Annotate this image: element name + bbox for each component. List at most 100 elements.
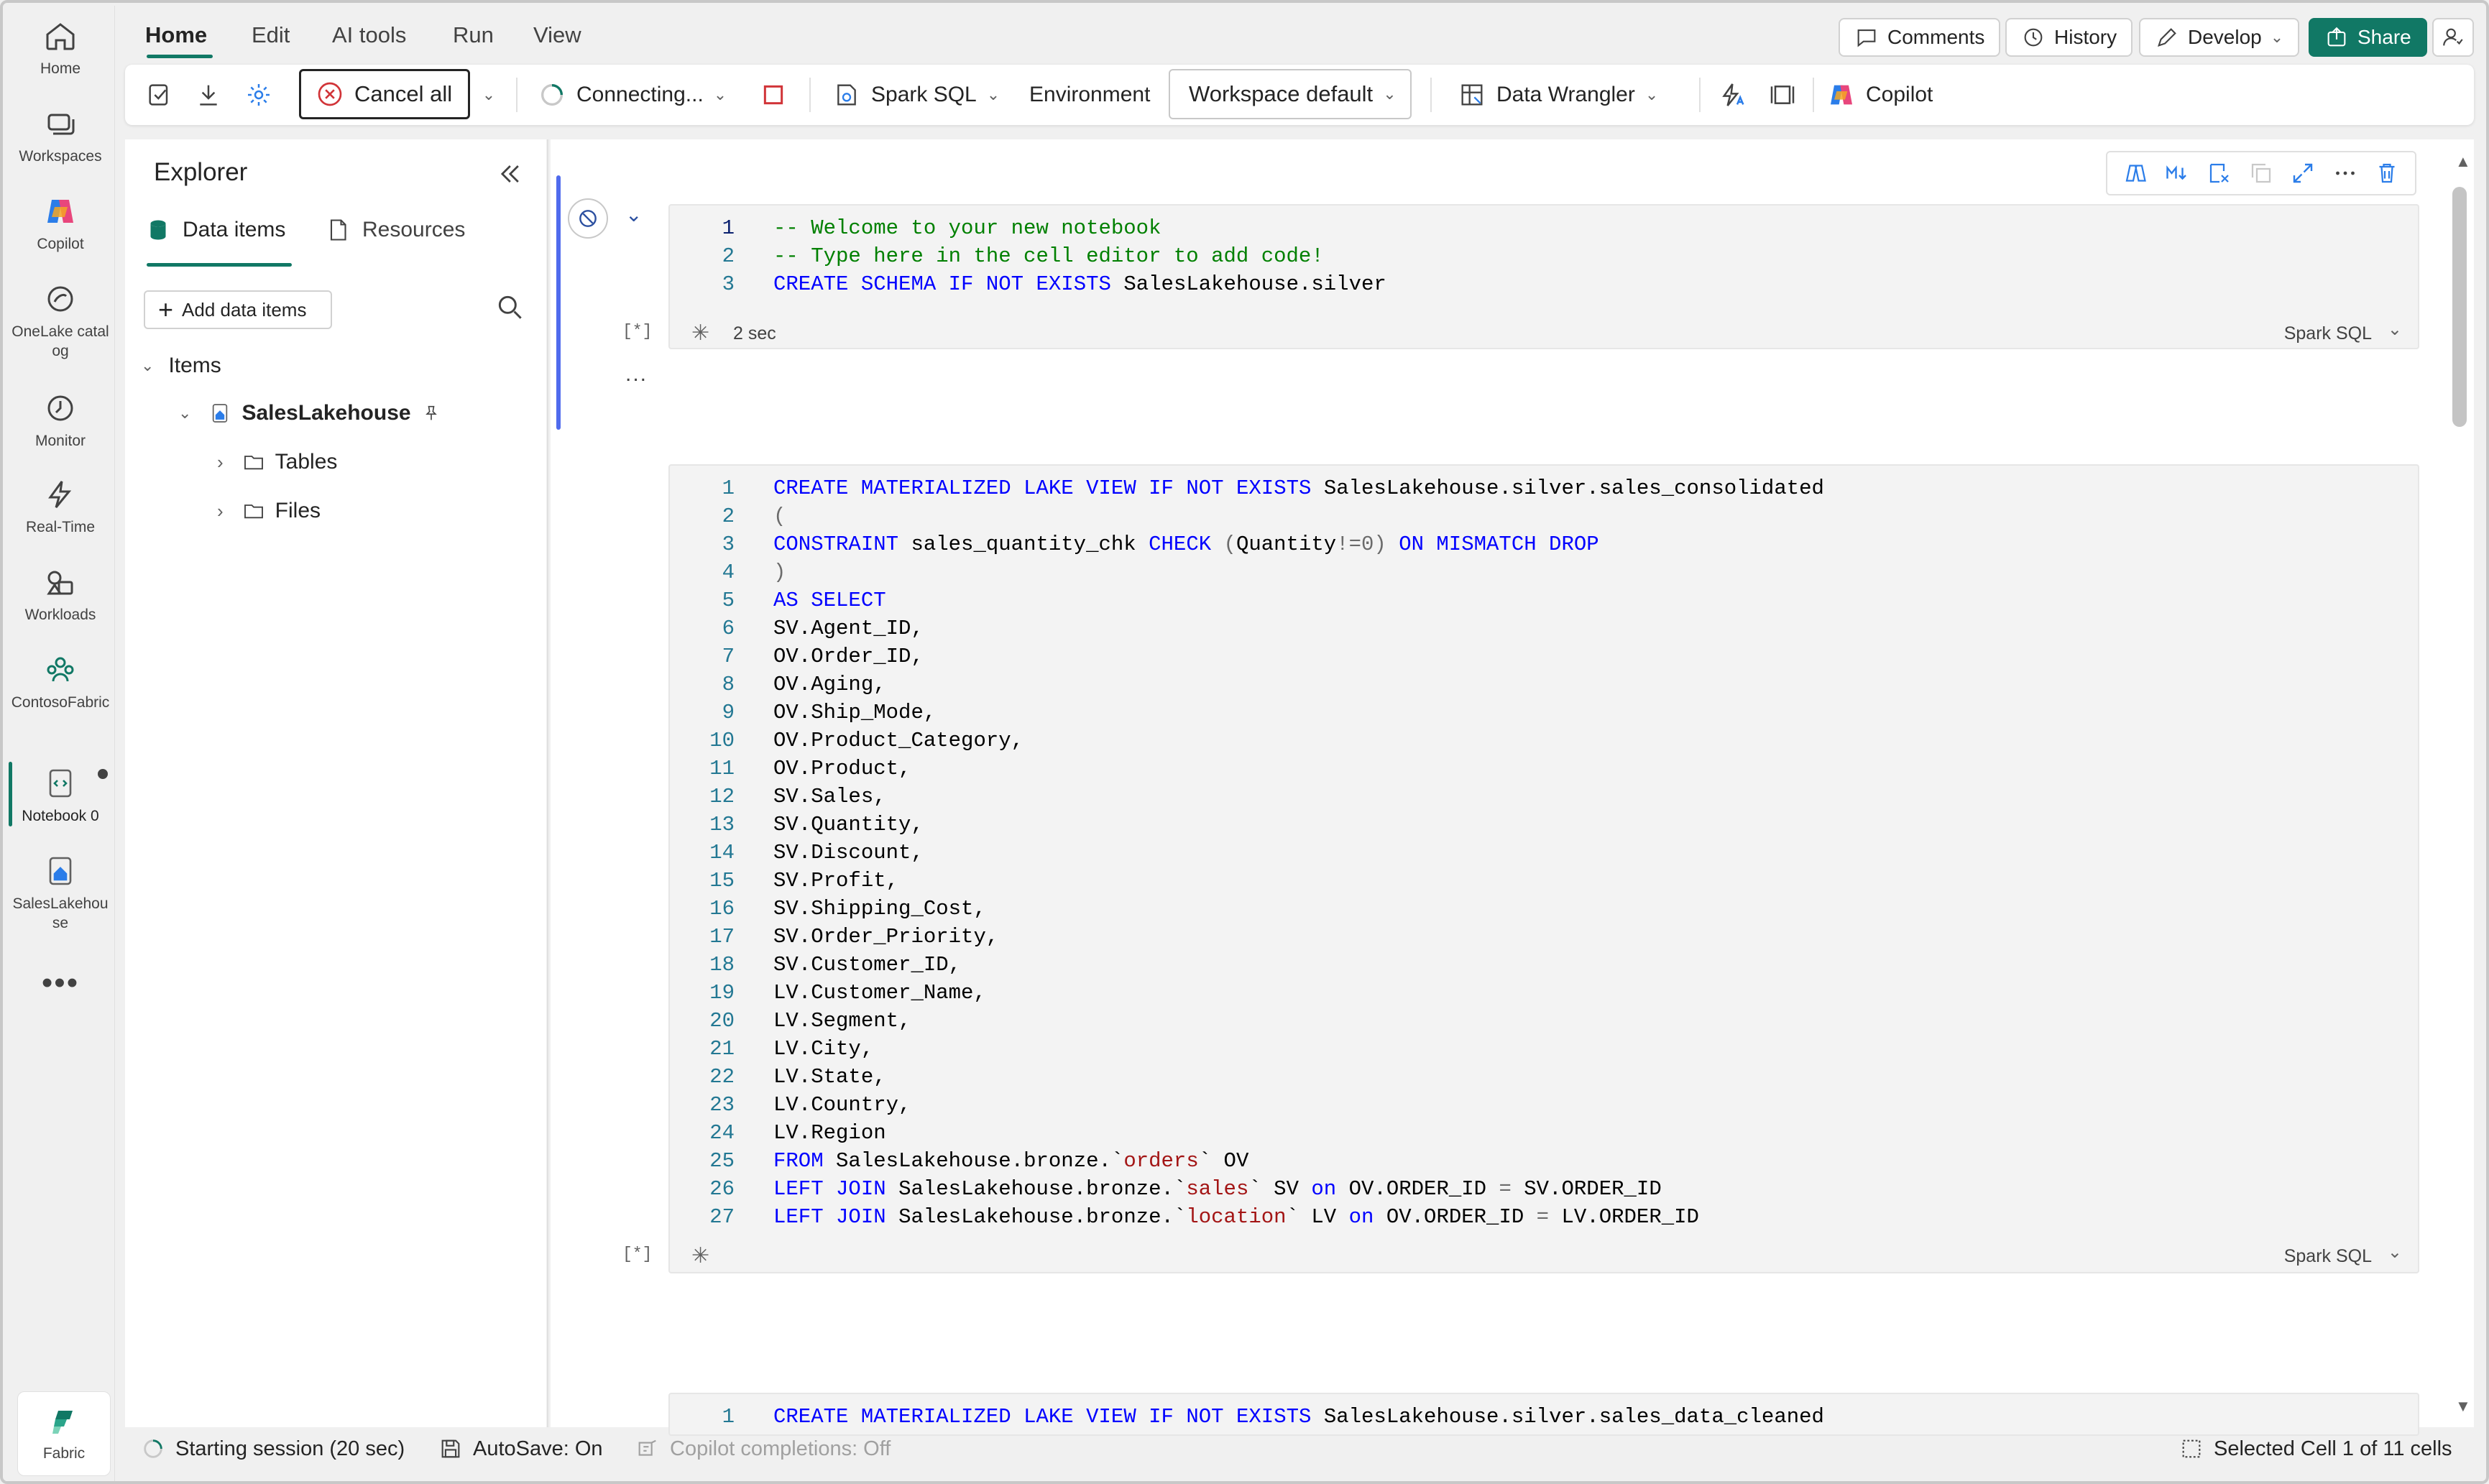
code-line[interactable]: 19 LV.Customer_Name,: [670, 979, 2418, 1007]
code-text[interactable]: OV.Aging,: [773, 670, 886, 699]
code-line[interactable]: 4): [670, 558, 2418, 586]
rail-item-home[interactable]: Home: [6, 19, 115, 78]
ai-functions-button[interactable]: [1719, 65, 1748, 125]
code-text[interactable]: SV.Customer_ID,: [773, 951, 961, 979]
data-wrangler-dropdown[interactable]: Data Wrangler ⌄: [1458, 65, 1658, 125]
code-line[interactable]: 17 SV.Order_Priority,: [670, 923, 2418, 951]
cell-language-label[interactable]: Spark SQL: [2284, 1246, 2372, 1267]
code-line[interactable]: 20 LV.Segment,: [670, 1007, 2418, 1035]
code-text[interactable]: (: [773, 502, 786, 530]
tab-data-items[interactable]: Data items: [145, 217, 285, 243]
add-data-items-button[interactable]: + Add data items: [144, 290, 332, 329]
code-line[interactable]: 14 SV.Discount,: [670, 839, 2418, 867]
code-line[interactable]: 5 AS SELECT: [670, 586, 2418, 614]
copilot-completions-status[interactable]: Copilot completions: Off: [635, 1429, 891, 1469]
fabric-switcher[interactable]: Fabric: [17, 1391, 111, 1476]
stop-session-button[interactable]: [759, 65, 788, 125]
rail-item-copilot[interactable]: Copilot: [6, 194, 115, 254]
code-cell[interactable]: 1 CREATE MATERIALIZED LAKE VIEW IF NOT EX…: [668, 464, 2419, 1273]
code-line[interactable]: 15 SV.Profit,: [670, 867, 2418, 895]
tab-ai-tools[interactable]: AI tools: [332, 16, 406, 55]
tree-items-header[interactable]: ⌄ Items: [141, 354, 221, 378]
copy-cell-icon[interactable]: [2248, 160, 2274, 186]
copilot-cell-icon[interactable]: [2122, 160, 2148, 186]
code-text[interactable]: OV.Product_Category,: [773, 727, 1023, 755]
code-text[interactable]: OV.Order_ID,: [773, 642, 924, 670]
clear-output-icon[interactable]: [2207, 160, 2232, 186]
code-line[interactable]: 24 LV.Region: [670, 1119, 2418, 1147]
rail-item-saleslakehouse[interactable]: SalesLakehouse: [6, 854, 115, 933]
scroll-up-arrow-icon[interactable]: ▲: [2455, 152, 2471, 171]
code-line[interactable]: 22 LV.State,: [670, 1063, 2418, 1091]
language-dropdown[interactable]: Spark SQL ⌄: [832, 65, 1000, 125]
cell-language-label[interactable]: Spark SQL: [2284, 323, 2372, 344]
code-line[interactable]: 25 FROM SalesLakehouse.bronze.`orders` OV: [670, 1147, 2418, 1175]
code-line[interactable]: 13 SV.Quantity,: [670, 811, 2418, 839]
code-text[interactable]: CONSTRAINT sales_quantity_chk CHECK (Qua…: [773, 530, 1599, 558]
code-line[interactable]: 3 CONSTRAINT sales_quantity_chk CHECK (Qu…: [670, 530, 2418, 558]
code-text[interactable]: SV.Order_Priority,: [773, 923, 998, 951]
rail-item-real-time[interactable]: Real-Time: [6, 477, 115, 537]
code-text[interactable]: LV.Customer_Name,: [773, 979, 986, 1007]
code-line[interactable]: 8 OV.Aging,: [670, 670, 2418, 699]
environment-select[interactable]: Workspace default ⌄: [1169, 69, 1412, 119]
chevron-down-icon[interactable]: ⌄: [2388, 319, 2402, 340]
code-text[interactable]: SV.Sales,: [773, 783, 886, 811]
tree-item-saleslakehouse[interactable]: ⌄ SalesLakehouse: [178, 401, 441, 425]
search-icon[interactable]: [494, 292, 526, 323]
history-button[interactable]: History: [2005, 18, 2133, 57]
code-text[interactable]: LV.State,: [773, 1063, 886, 1091]
cell-collapse-chevron-icon[interactable]: ⌄: [625, 203, 642, 226]
tab-resources[interactable]: Resources: [325, 217, 465, 243]
code-line[interactable]: 2(: [670, 502, 2418, 530]
code-text[interactable]: LV.Region: [773, 1119, 886, 1147]
code-line[interactable]: 12 SV.Sales,: [670, 783, 2418, 811]
code-text[interactable]: -- Type here in the cell editor to add c…: [773, 242, 1324, 270]
code-line[interactable]: 9 OV.Ship_Mode,: [670, 699, 2418, 727]
code-line[interactable]: 1 CREATE MATERIALIZED LAKE VIEW IF NOT EX…: [670, 1403, 2418, 1431]
code-line[interactable]: 1 -- Welcome to your new notebook: [670, 214, 2418, 242]
code-line[interactable]: 11 OV.Product,: [670, 755, 2418, 783]
connection-status-dropdown[interactable]: Connecting... ⌄: [538, 65, 727, 125]
session-status[interactable]: Starting session (20 sec): [141, 1429, 405, 1469]
code-text[interactable]: LV.City,: [773, 1035, 873, 1063]
tree-item-files[interactable]: › Files: [217, 499, 321, 523]
code-text[interactable]: LEFT JOIN SalesLakehouse.bronze.`locatio…: [773, 1203, 1699, 1231]
code-text[interactable]: OV.Product,: [773, 755, 911, 783]
chevron-down-icon[interactable]: ⌄: [2388, 1242, 2402, 1263]
autosave-status[interactable]: AutoSave: On: [438, 1429, 603, 1469]
rail-item-onelake-catalog[interactable]: OneLake catalog: [6, 282, 115, 361]
code-text[interactable]: SV.Quantity,: [773, 811, 924, 839]
code-text[interactable]: -- Welcome to your new notebook: [773, 214, 1161, 242]
code-line[interactable]: 6 SV.Agent_ID,: [670, 614, 2418, 642]
more-options-icon[interactable]: [2332, 160, 2358, 186]
run-cell-button[interactable]: [568, 198, 608, 239]
code-text[interactable]: CREATE MATERIALIZED LAKE VIEW IF NOT EXI…: [773, 474, 1824, 502]
comments-button[interactable]: Comments: [1839, 18, 2001, 57]
code-line[interactable]: 27 LEFT JOIN SalesLakehouse.bronze.`locat…: [670, 1203, 2418, 1231]
code-line[interactable]: 2 -- Type here in the cell editor to add …: [670, 242, 2418, 270]
tab-home[interactable]: Home: [145, 16, 207, 55]
collapse-panel-icon[interactable]: [493, 158, 525, 190]
cancel-dropdown-button[interactable]: ⌄: [474, 65, 503, 125]
full-width-button[interactable]: [1768, 65, 1797, 125]
tree-item-tables[interactable]: › Tables: [217, 450, 337, 474]
vertical-scrollbar-thumb[interactable]: [2452, 187, 2467, 427]
code-text[interactable]: OV.Ship_Mode,: [773, 699, 936, 727]
rail-item-workspaces[interactable]: Workspaces: [6, 106, 115, 166]
copilot-button[interactable]: Copilot: [1827, 65, 1933, 125]
code-line[interactable]: 7 OV.Order_ID,: [670, 642, 2418, 670]
download-button[interactable]: [194, 65, 223, 125]
share-button[interactable]: Share: [2309, 18, 2427, 57]
develop-button[interactable]: Develop ⌄: [2139, 18, 2300, 57]
code-line[interactable]: 10 OV.Product_Category,: [670, 727, 2418, 755]
code-text[interactable]: ): [773, 558, 786, 586]
cancel-all-button[interactable]: Cancel all: [299, 69, 470, 119]
notebook-settings-button[interactable]: [145, 65, 174, 125]
delete-icon[interactable]: [2374, 160, 2400, 186]
tab-run[interactable]: Run: [453, 16, 494, 55]
code-text[interactable]: LV.Segment,: [773, 1007, 911, 1035]
code-line[interactable]: 26 LEFT JOIN SalesLakehouse.bronze.`sales…: [670, 1175, 2418, 1203]
code-text[interactable]: SV.Profit,: [773, 867, 898, 895]
cell-output-ellipsis[interactable]: ...: [625, 362, 648, 387]
